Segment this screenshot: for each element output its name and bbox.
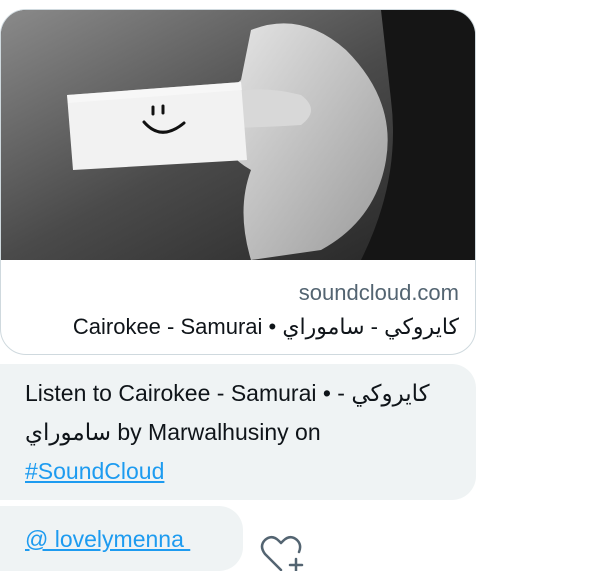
smiley-note-photo [1, 10, 475, 260]
link-preview-card[interactable]: soundcloud.com Cairokee - Samurai • كاير… [0, 9, 476, 355]
message-bubble: Listen to Cairokee - Samurai • كايروكي -… [0, 364, 476, 500]
card-domain: soundcloud.com [298, 280, 459, 305]
message-body: Listen to Cairokee - Samurai • كايروكي -… [25, 380, 430, 445]
message-text: Listen to Cairokee - Samurai • كايروكي -… [25, 374, 445, 491]
card-title[interactable]: Cairokee - Samurai • كايروكي - ساموراي [73, 314, 459, 340]
add-reaction-button[interactable] [257, 532, 307, 573]
hashtag-link[interactable]: #SoundCloud [25, 458, 164, 484]
card-thumbnail-image[interactable] [1, 10, 475, 260]
heart-plus-icon [260, 536, 304, 573]
mention-link[interactable]: @ lovelymenna [25, 526, 190, 553]
mention-message-bubble: @ lovelymenna [0, 506, 243, 571]
